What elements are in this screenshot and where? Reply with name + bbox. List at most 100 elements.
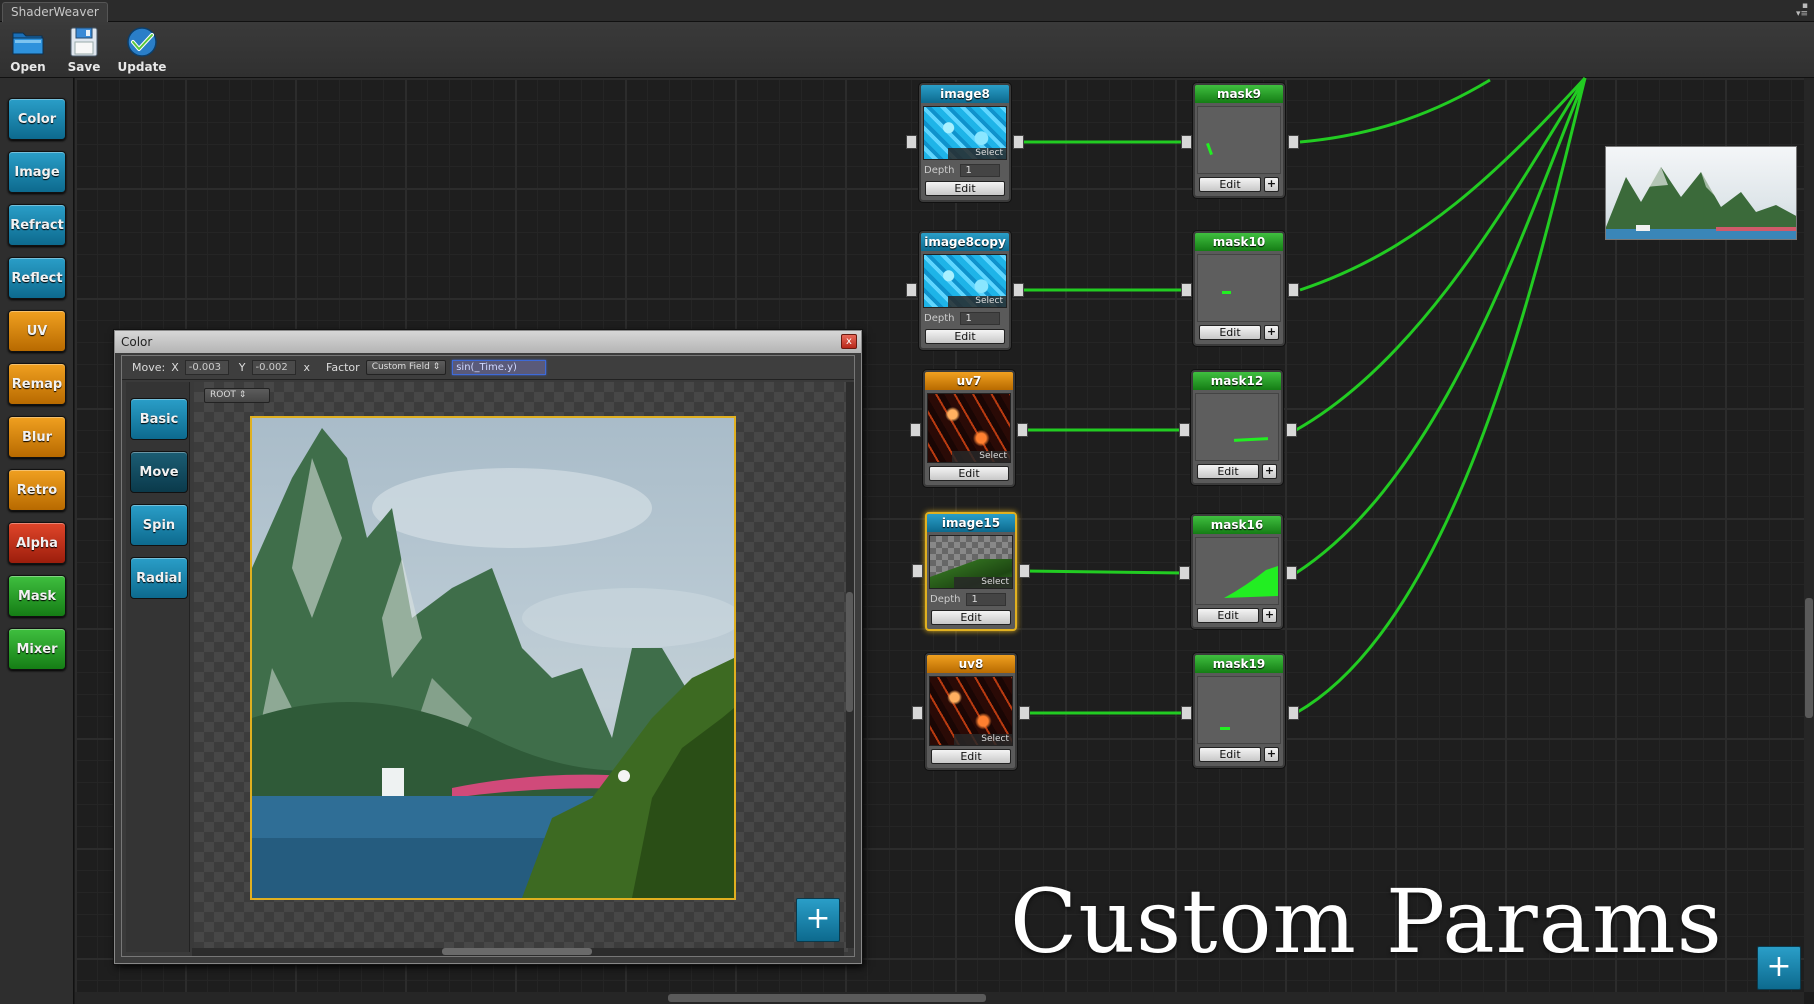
node-title: image8copy [921, 233, 1009, 251]
tab-move[interactable]: Move [130, 451, 188, 493]
palette-color-button[interactable]: Color [8, 98, 66, 140]
node-mask12[interactable]: mask12 Edit + [1191, 370, 1283, 485]
edit-button[interactable]: Edit [1199, 747, 1261, 762]
open-button[interactable]: Open [2, 26, 54, 76]
edit-button[interactable]: Edit [929, 466, 1009, 481]
tab-basic[interactable]: Basic [130, 398, 188, 440]
window-controls[interactable]: ▪ ▾≡ [1796, 2, 1808, 19]
landscape-preview[interactable] [250, 416, 736, 900]
output-port[interactable] [1019, 564, 1030, 578]
palette-image-button[interactable]: Image [8, 151, 66, 193]
factor-expression-field[interactable]: sin(_Time.y) [452, 360, 547, 375]
output-port[interactable] [1288, 706, 1299, 720]
edit-row: Edit + [1197, 464, 1277, 479]
mask-thumbnail [1197, 106, 1281, 174]
move-x-field[interactable]: -0.003 [184, 360, 229, 375]
factor-mode-dropdown[interactable]: Custom Field ⇕ [365, 360, 447, 375]
input-port[interactable] [1181, 135, 1192, 149]
node-mask9[interactable]: mask9 Edit + [1193, 83, 1285, 198]
edit-button[interactable]: Edit [1197, 608, 1259, 623]
edit-button[interactable]: Edit [1199, 177, 1261, 192]
node-image15[interactable]: image15 Select Depth 1 Edit [925, 512, 1017, 631]
canvas-horizontal-scrollbar[interactable] [75, 992, 1804, 1004]
window-tab[interactable]: ShaderWeaver [2, 2, 108, 22]
input-port[interactable] [912, 706, 923, 720]
canvas-vertical-scrollbar[interactable] [1804, 78, 1814, 992]
output-port[interactable] [1288, 135, 1299, 149]
edit-button[interactable]: Edit [1199, 325, 1261, 340]
input-port[interactable] [912, 564, 923, 578]
input-port[interactable] [1179, 423, 1190, 437]
palette-reflect-button[interactable]: Reflect [8, 257, 66, 299]
select-button[interactable]: Select [952, 451, 1010, 462]
add-button[interactable]: + [1264, 325, 1279, 340]
add-layer-button[interactable]: + [796, 898, 840, 942]
depth-field[interactable]: 1 [966, 592, 1007, 606]
scroll-thumb[interactable] [846, 592, 853, 712]
landscape-scene-image [252, 428, 734, 898]
select-button[interactable]: Select [948, 296, 1006, 307]
palette-alpha-button[interactable]: Alpha [8, 522, 66, 564]
node-image8[interactable]: image8 Select Depth 1 Edit [919, 83, 1011, 202]
input-port[interactable] [906, 283, 917, 297]
move-y-field[interactable]: -0.002 [251, 360, 296, 375]
add-button[interactable]: + [1264, 747, 1279, 762]
palette-remap-button[interactable]: Remap [8, 363, 66, 405]
update-button[interactable]: Update [116, 26, 168, 76]
root-dropdown-value: ROOT [210, 390, 236, 400]
scroll-thumb[interactable] [668, 994, 986, 1002]
scroll-thumb[interactable] [442, 948, 592, 955]
palette-refract-button[interactable]: Refract [8, 204, 66, 246]
depth-field[interactable]: 1 [960, 163, 1001, 177]
node-uv8[interactable]: uv8 Select Edit [925, 653, 1017, 770]
output-port[interactable] [1286, 423, 1297, 437]
edit-button[interactable]: Edit [925, 181, 1005, 196]
output-port[interactable] [1288, 283, 1299, 297]
scroll-thumb[interactable] [1805, 598, 1813, 718]
output-port[interactable] [1019, 706, 1030, 720]
save-button[interactable]: Save [58, 26, 110, 76]
close-button[interactable]: x [841, 334, 857, 349]
edit-button[interactable]: Edit [925, 329, 1005, 344]
input-port[interactable] [1181, 706, 1192, 720]
palette-retro-button[interactable]: Retro [8, 469, 66, 511]
add-button[interactable]: + [1262, 464, 1277, 479]
input-port[interactable] [910, 423, 921, 437]
select-button[interactable]: Select [954, 577, 1012, 588]
edit-button[interactable]: Edit [1197, 464, 1259, 479]
input-port[interactable] [1181, 283, 1192, 297]
input-port[interactable] [1179, 566, 1190, 580]
node-mask19[interactable]: mask19 Edit + [1193, 653, 1285, 768]
node-mask16[interactable]: mask16 Edit + [1191, 514, 1283, 629]
output-port[interactable] [1013, 135, 1024, 149]
add-button[interactable]: + [1264, 177, 1279, 192]
color-preview-canvas[interactable]: ROOT ⇕ + [194, 382, 848, 952]
update-label: Update [117, 60, 167, 74]
edit-button[interactable]: Edit [931, 749, 1011, 764]
select-button[interactable]: Select [948, 148, 1006, 159]
node-mask10[interactable]: mask10 Edit + [1193, 231, 1285, 346]
palette-mask-button[interactable]: Mask [8, 575, 66, 617]
palette-mixer-button[interactable]: Mixer [8, 628, 66, 670]
custom-params-caption: Custom Params [1010, 870, 1723, 973]
mask-thumbnail [1197, 254, 1281, 322]
root-dropdown[interactable]: ROOT ⇕ [204, 388, 270, 403]
palette-uv-button[interactable]: UV [8, 310, 66, 352]
tab-spin[interactable]: Spin [130, 504, 188, 546]
output-port[interactable] [1013, 283, 1024, 297]
select-button[interactable]: Select [954, 734, 1012, 745]
output-port[interactable] [1017, 423, 1028, 437]
tab-radial[interactable]: Radial [130, 557, 188, 599]
color-window-titlebar[interactable]: Color x [115, 331, 861, 353]
add-button[interactable]: + [1262, 608, 1277, 623]
horizontal-scrollbar[interactable] [192, 948, 844, 956]
node-uv7[interactable]: uv7 Select Edit [923, 370, 1015, 487]
add-node-button[interactable]: + [1757, 946, 1801, 990]
node-image8copy[interactable]: image8copy Select Depth 1 Edit [919, 231, 1011, 350]
output-port[interactable] [1286, 566, 1297, 580]
vertical-scrollbar[interactable] [846, 382, 854, 948]
depth-field[interactable]: 1 [960, 311, 1001, 325]
input-port[interactable] [906, 135, 917, 149]
edit-button[interactable]: Edit [931, 610, 1011, 625]
palette-blur-button[interactable]: Blur [8, 416, 66, 458]
